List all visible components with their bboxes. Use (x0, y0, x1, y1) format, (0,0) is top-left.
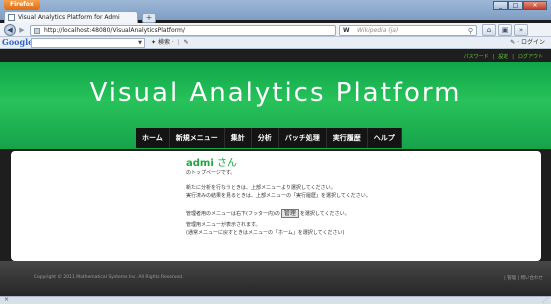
google-login[interactable]: ✎ · ログイン (510, 37, 545, 48)
instruction-new-analysis: 新たに分析を行なうときは、上部メニューより選択してください。 (186, 185, 336, 191)
wikipedia-engine-icon[interactable]: W (343, 26, 350, 36)
magnifier-icon[interactable]: ⚲ (468, 26, 473, 36)
new-tab-button[interactable]: + (142, 13, 156, 23)
forward-arrow-icon[interactable]: ▶ (17, 26, 27, 35)
search-placeholder: Wikipedia (ja) (357, 27, 399, 34)
menu-item-home[interactable]: ホーム (136, 128, 170, 148)
google-toolbar: Google ▼ ✦ 検索 · ⋮ ✎ ✎ · ログイン (0, 37, 551, 49)
search-bar[interactable]: W Wikipedia (ja) ⚲ (339, 25, 477, 36)
web-page: パスワード | 設定 | ログアウト Visual Analytics Platform… (0, 50, 551, 296)
admin-button-sample: 管理 (280, 209, 299, 218)
site-title: Visual Analytics Platform (89, 78, 462, 108)
tab-title: Visual Analytics Platform for Admi (18, 14, 120, 21)
back-arrow-icon[interactable]: ◀ (4, 24, 16, 36)
google-search-button[interactable]: ✦ 検索 · ⋮ ✎ (151, 37, 189, 48)
google-search-icon: ✦ (151, 39, 158, 46)
google-search-label: 検索 (157, 39, 170, 46)
navigation-toolbar: ◀ ▶ http://localhost:48080/VisualAnalyti… (0, 23, 551, 37)
window-titlebar: Firefox _ □ ✕ Visual Analytics Platform … (0, 0, 551, 23)
browser-tab[interactable]: Visual Analytics Platform for Admi (4, 11, 138, 23)
menu-item-analysis[interactable]: 分析 (252, 128, 279, 148)
instruction-admin-menu: 管理用メニューが表示されます。 (186, 222, 261, 228)
menu-item-aggregate[interactable]: 集計 (225, 128, 252, 148)
user-name: admi (186, 158, 214, 169)
google-logo: Google (2, 37, 34, 47)
main-menu: ホーム 新規メニュー 集計 分析 バッチ処理 実行履歴 ヘルプ (136, 128, 402, 148)
minimize-icon[interactable]: _ (493, 1, 508, 10)
password-link[interactable]: パスワード (464, 54, 489, 60)
greeting-suffix: さん (213, 158, 237, 169)
login-label: ログイン (520, 39, 545, 46)
address-bar[interactable]: http://localhost:48080/VisualAnalyticsPl… (30, 25, 362, 36)
google-search-input[interactable]: ▼ (31, 38, 145, 48)
intro-text: のトップページです。 (186, 170, 236, 176)
maximize-icon[interactable]: □ (508, 1, 523, 10)
site-identity-icon (34, 28, 40, 34)
footer-links[interactable]: | 管理 | 問い合わせ (504, 275, 543, 281)
firefox-menu-button[interactable]: Firefox (4, 0, 40, 10)
toolbar-buttons: ⌂ ▣ » (482, 24, 530, 36)
url-text: http://localhost:48080/VisualAnalyticsPl… (44, 27, 185, 34)
greeting: admi さん (186, 154, 237, 169)
home-icon[interactable]: ⌂ (482, 24, 496, 36)
settings-link[interactable]: 設定 (498, 54, 508, 60)
instruction-history: 実行済みの結果を見るときは、上部メニューの「実行履歴」を選択してください。 (186, 193, 371, 199)
window-controls: _ □ ✕ (493, 1, 547, 10)
main-content: admi さん のトップページです。 新たに分析を行なうときは、上部メニューより… (11, 151, 541, 261)
addon-icon[interactable]: ▣ (498, 24, 512, 36)
chevron-down-icon[interactable]: ▼ (138, 39, 142, 47)
menu-item-help[interactable]: ヘルプ (368, 128, 402, 148)
instruction-admin: 管理者用のメニューは右下(フッター内)の 管理 を選択してください。 (186, 209, 350, 218)
close-findbar-icon[interactable]: × (4, 296, 9, 303)
admin-text-post: を選択してください。 (299, 211, 350, 217)
page-favicon-icon (8, 14, 15, 21)
resize-grip-icon[interactable]: ⋰ (542, 297, 548, 304)
site-footer: Copyright © 2011 Mathematical Systems In… (0, 261, 551, 296)
wrench-icon[interactable]: ✎ (510, 39, 515, 46)
admin-text-pre: 管理者用のメニューは右下(フッター内)の (186, 211, 280, 217)
menu-item-new-menu[interactable]: 新規メニュー (170, 128, 225, 148)
close-icon[interactable]: ✕ (523, 1, 547, 10)
instruction-return-home: (通常メニューに戻すときはメニューの「ホーム」を選択してください) (186, 230, 345, 236)
logout-link[interactable]: ログアウト (518, 54, 543, 60)
menu-item-batch[interactable]: バッチ処理 (279, 128, 327, 148)
copyright-text: Copyright © 2011 Mathematical Systems In… (34, 275, 184, 280)
overflow-menu-icon[interactable]: » (514, 24, 528, 36)
status-bar: × ⋰ (0, 296, 551, 304)
utility-links: パスワード | 設定 | ログアウト (463, 54, 543, 60)
menu-item-history[interactable]: 実行履歴 (327, 128, 368, 148)
